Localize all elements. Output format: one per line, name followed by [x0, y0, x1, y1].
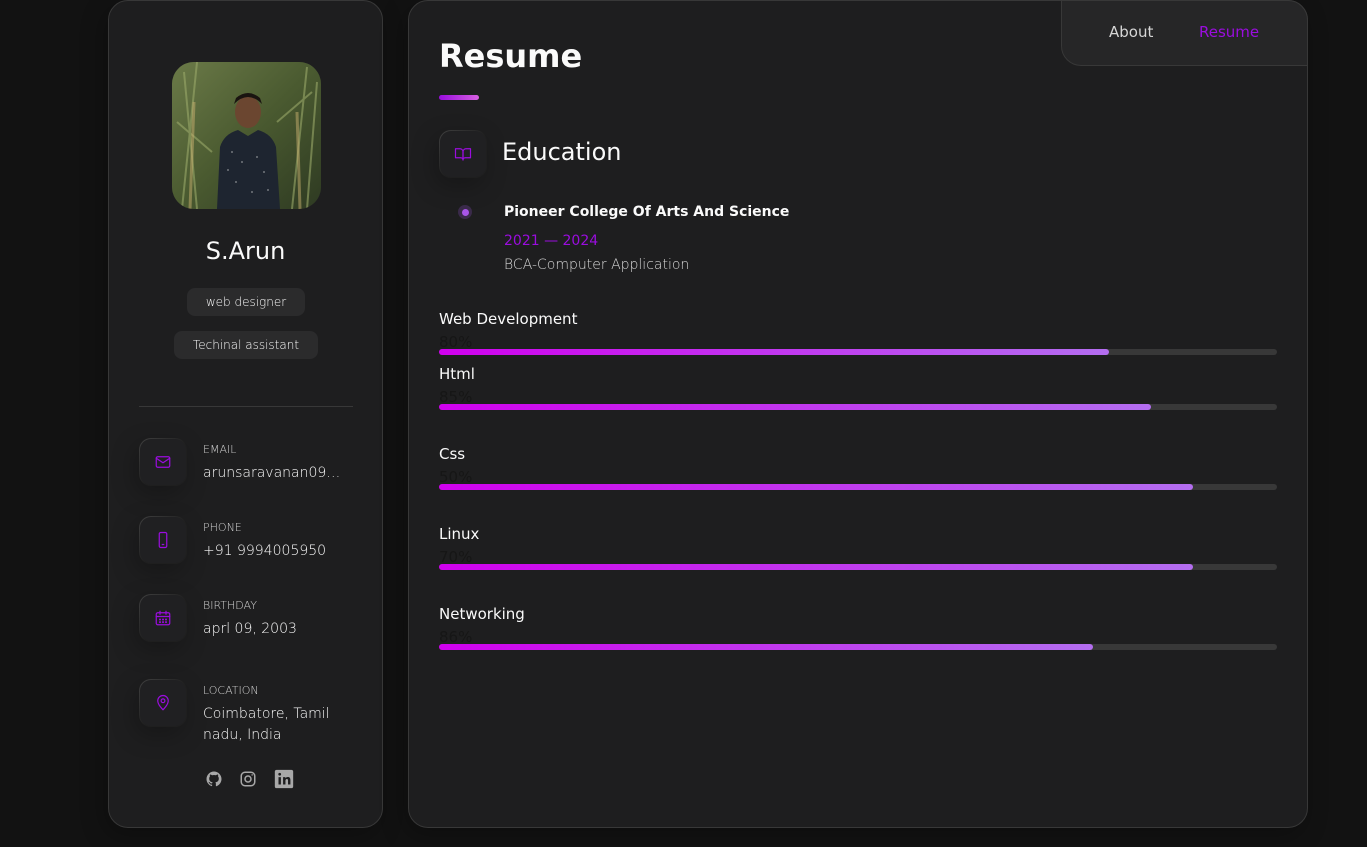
skill-name: Html: [439, 365, 475, 383]
education-years: 2021 — 2024: [504, 233, 599, 249]
skill-name: Web Development: [439, 310, 578, 328]
birthday-value: aprl 09, 2003: [203, 621, 297, 637]
contact-location: LOCATION Coimbatore, Tamil nadu, India: [139, 679, 359, 743]
phone-link[interactable]: +91 9994005950: [203, 541, 348, 562]
skill-name: Css: [439, 445, 466, 463]
education-school: Pioneer College Of Arts And Science: [504, 204, 790, 220]
skill-progress-fill: [439, 644, 1093, 650]
instagram-icon[interactable]: [239, 770, 257, 788]
phone-icon: [139, 516, 187, 564]
title-underline: [439, 95, 479, 100]
email-link[interactable]: arunsaravanan090...: [203, 463, 348, 484]
sidebar: S.Arun web designer Techinal assistant E…: [108, 0, 383, 828]
profile-name: S.Arun: [205, 237, 286, 265]
navbar: About Resume: [1061, 0, 1308, 66]
contact-label: BIRTHDAY: [203, 599, 257, 612]
skill-progress-track: [439, 484, 1277, 490]
skill-progress-fill: [439, 484, 1194, 490]
title-badge: web designer: [187, 288, 305, 316]
mail-icon: [139, 438, 187, 486]
skill-progress-fill: [439, 564, 1194, 570]
skill-name: Networking: [439, 605, 525, 623]
calendar-icon: [139, 594, 187, 642]
separator: [139, 406, 353, 407]
location-value: Coimbatore, Tamil nadu, India: [203, 706, 330, 743]
contact-label: LOCATION: [203, 684, 259, 697]
main-panel: About Resume Resume Education Pioneer Co…: [408, 0, 1308, 828]
skill-progress-fill: [439, 349, 1110, 355]
education-title: Education: [502, 138, 622, 166]
social-links: [205, 768, 295, 790]
education-degree: BCA-Computer Application: [504, 257, 690, 273]
skill-progress-fill: [439, 404, 1152, 410]
skill-name: Linux: [439, 525, 480, 543]
contact-label: PHONE: [203, 521, 242, 534]
page-title: Resume: [439, 37, 583, 75]
nav-resume[interactable]: Resume: [1199, 23, 1259, 41]
avatar: [172, 62, 321, 209]
location-pin-icon: [139, 679, 187, 727]
timeline-dot: [458, 205, 472, 219]
title-badge: Techinal assistant: [174, 331, 318, 359]
nav-about[interactable]: About: [1109, 23, 1153, 41]
contact-label: EMAIL: [203, 443, 237, 456]
avatar-photo: [172, 62, 321, 209]
book-icon: [439, 130, 487, 178]
skill-progress-track: [439, 564, 1277, 570]
skill-progress-track: [439, 404, 1277, 410]
contact-birthday: BIRTHDAY aprl 09, 2003: [139, 594, 359, 642]
contact-email: EMAIL arunsaravanan090...: [139, 438, 359, 486]
github-icon[interactable]: [205, 770, 223, 788]
skill-progress-track: [439, 644, 1277, 650]
skill-progress-track: [439, 349, 1277, 355]
linkedin-icon[interactable]: [273, 768, 295, 790]
contact-phone: PHONE +91 9994005950: [139, 516, 359, 564]
